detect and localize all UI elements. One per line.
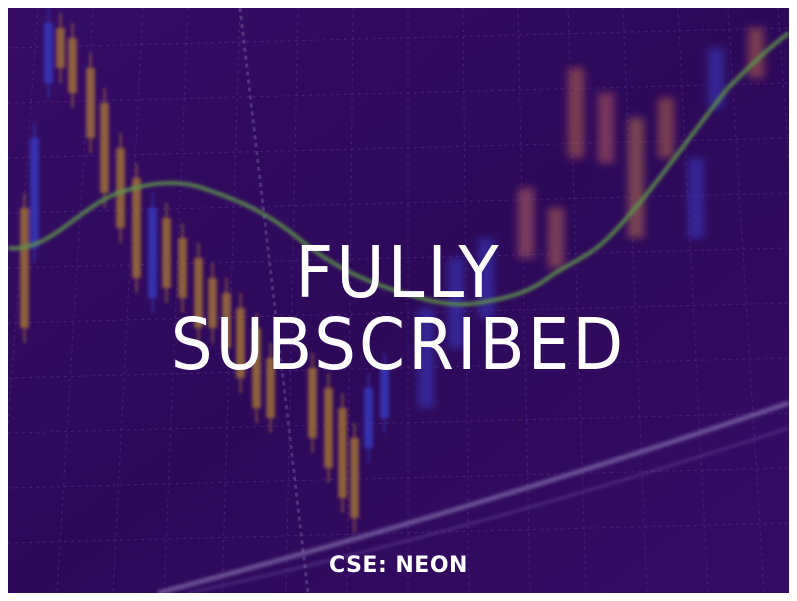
headline-line-2: SUBSCRIBED	[170, 302, 627, 387]
banner-image: FULLY SUBSCRIBED CSE: NEON	[8, 8, 789, 593]
ticker-symbol: CSE: NEON	[329, 553, 468, 578]
headline-line-1: FULLY	[295, 230, 502, 315]
